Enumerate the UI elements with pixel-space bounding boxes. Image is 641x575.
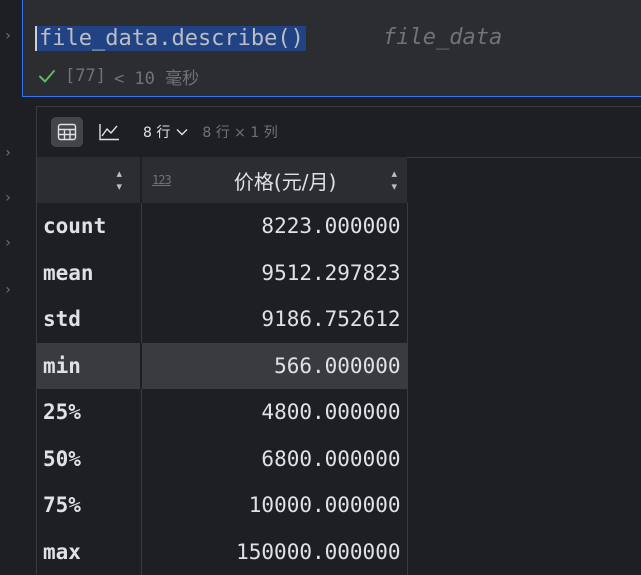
row-index: mean — [37, 250, 141, 297]
check-icon — [37, 66, 57, 86]
row-index: count — [37, 203, 141, 250]
output-toolbar: 8 行 8 行 × 1 列 — [37, 107, 641, 157]
chevron-right-icon[interactable]: › — [0, 190, 16, 206]
row-index: 25% — [37, 389, 141, 436]
code-cell[interactable]: file_data.describe() file_data [77] < 10… — [22, 0, 641, 97]
table-row[interactable]: 50% 6800.000000 — [37, 436, 407, 483]
rows-dropdown-label: 8 行 — [143, 122, 170, 142]
execution-time: < 10 毫秒 — [114, 64, 199, 89]
editor-gutter: › › › › › — [0, 0, 22, 573]
execution-count: [77] — [65, 66, 106, 86]
table-row[interactable]: mean 9512.297823 — [37, 250, 407, 297]
table-row[interactable]: 75% 10000.000000 — [37, 482, 407, 529]
numeric-type-icon: 123 — [152, 173, 171, 187]
cell-value[interactable]: 9186.752612 — [141, 296, 407, 343]
table-row[interactable]: std 9186.752612 — [37, 296, 407, 343]
table-view-button[interactable] — [51, 117, 83, 147]
chevron-right-icon[interactable]: › — [0, 282, 16, 298]
cell-value[interactable]: 566.000000 — [141, 343, 407, 390]
sort-icon[interactable]: ▴▾ — [391, 167, 397, 193]
dataframe-table: ▴▾ 123 价格(元/月) ▴▾ count 8223.000000 mean — [37, 157, 408, 575]
chevron-right-icon[interactable]: › — [0, 235, 16, 251]
row-index: std — [37, 296, 141, 343]
table-header-row: ▴▾ 123 价格(元/月) ▴▾ — [37, 157, 407, 203]
table-row[interactable]: 25% 4800.000000 — [37, 389, 407, 436]
table-icon — [57, 123, 77, 141]
execution-status: [77] < 10 毫秒 — [37, 64, 199, 88]
rows-dropdown[interactable]: 8 行 — [143, 122, 188, 142]
table-row[interactable]: count 8223.000000 — [37, 203, 407, 250]
table-row-highlighted[interactable]: min 566.000000 — [37, 343, 407, 390]
chart-view-button[interactable] — [93, 117, 125, 147]
cell-value[interactable]: 9512.297823 — [141, 250, 407, 297]
cell-value[interactable]: 8223.000000 — [141, 203, 407, 250]
row-index: min — [37, 343, 141, 390]
chevron-right-icon[interactable]: › — [0, 28, 16, 44]
cell-value[interactable]: 6800.000000 — [141, 436, 407, 483]
chart-icon — [98, 123, 120, 141]
cell-output: 8 行 8 行 × 1 列 ▴▾ 123 价格(元/月) — [36, 106, 641, 574]
inline-hint: file_data — [383, 20, 502, 56]
cell-value[interactable]: 150000.000000 — [141, 529, 407, 575]
code-editor-line[interactable]: file_data.describe() — [35, 20, 306, 56]
sort-icon[interactable]: ▴▾ — [116, 167, 122, 193]
table-row[interactable]: max 150000.000000 — [37, 529, 407, 575]
selected-code[interactable]: file_data.describe() — [35, 26, 306, 51]
row-index: 75% — [37, 482, 141, 529]
row-index: max — [37, 529, 141, 575]
column-header-label: 价格(元/月) — [179, 166, 392, 195]
chevron-down-icon — [176, 128, 188, 136]
row-index: 50% — [37, 436, 141, 483]
index-header[interactable]: ▴▾ — [37, 157, 141, 203]
column-header-price[interactable]: 123 价格(元/月) ▴▾ — [141, 157, 407, 203]
chevron-right-icon[interactable]: › — [0, 145, 16, 161]
table-dimensions: 8 行 × 1 列 — [202, 122, 277, 142]
cell-value[interactable]: 10000.000000 — [141, 482, 407, 529]
cell-value[interactable]: 4800.000000 — [141, 389, 407, 436]
